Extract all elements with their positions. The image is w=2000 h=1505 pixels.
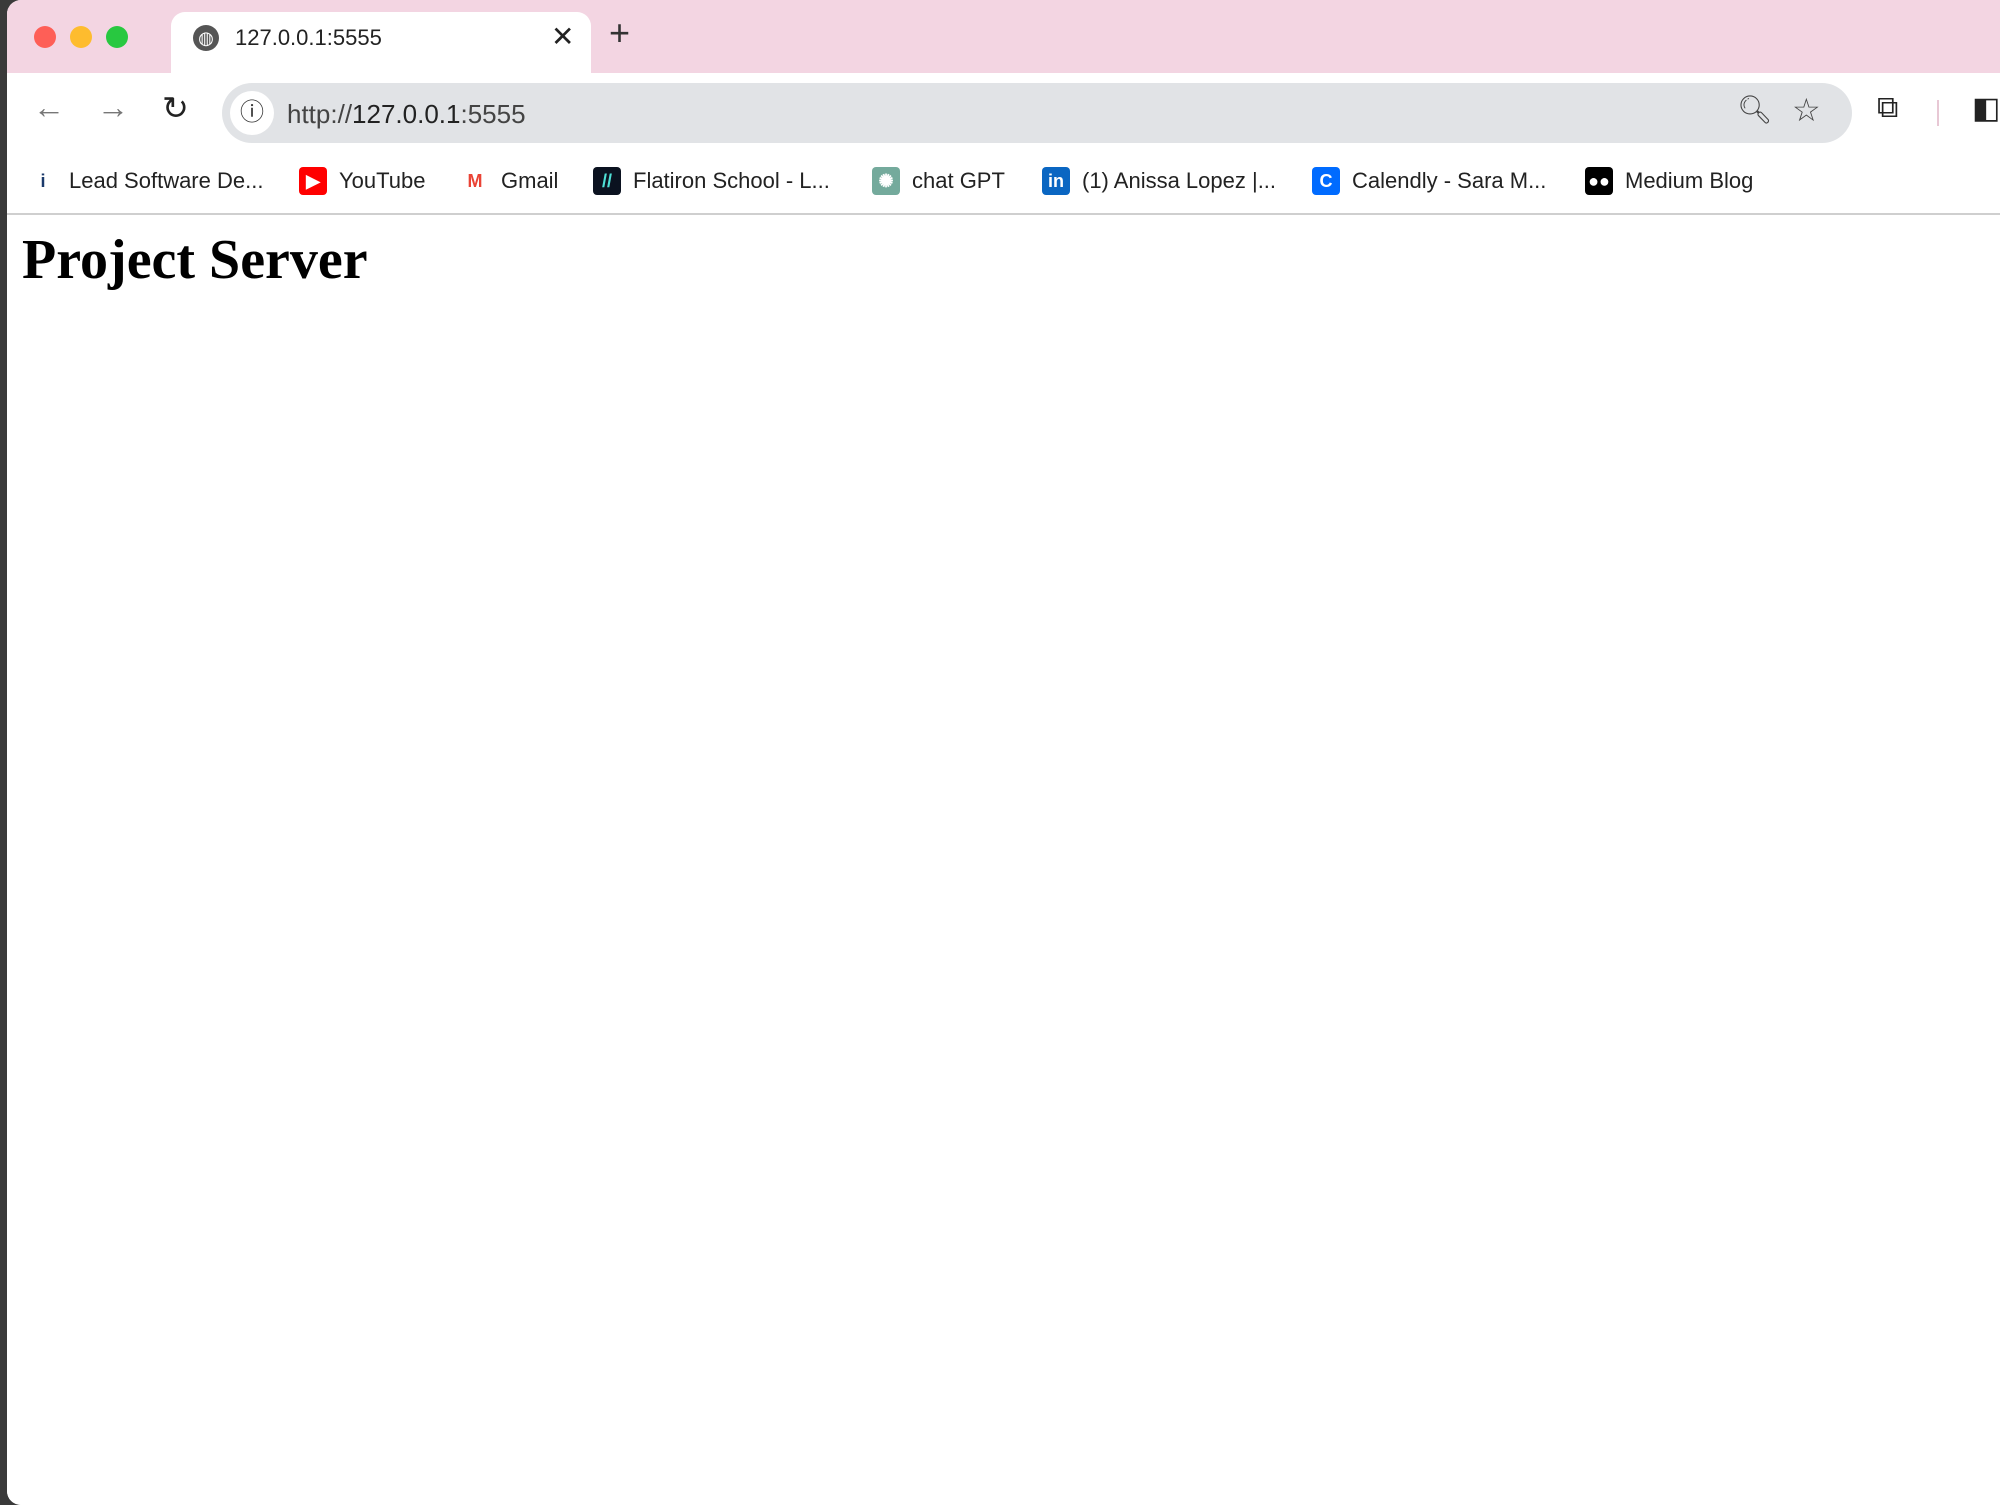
bookmark-favicon-icon: ●●: [1585, 167, 1613, 195]
bookmark-favicon-icon: ▶: [299, 167, 327, 195]
bookmark-item[interactable]: M Gmail: [461, 164, 559, 198]
reload-button[interactable]: ↻: [162, 89, 189, 127]
bookmark-item[interactable]: ▶ YouTube: [299, 164, 425, 198]
bookmark-item[interactable]: i Lead Software De...: [29, 164, 263, 198]
bookmark-item[interactable]: // Flatiron School - L...: [593, 164, 830, 198]
tab-close-icon[interactable]: ✕: [551, 20, 574, 53]
url-port: :5555: [460, 99, 526, 129]
tab-title: 127.0.0.1:5555: [235, 25, 382, 50]
browser-window: ◍ 127.0.0.1:5555 ✕ + ← → ↻ ⓘ http://127.…: [7, 0, 2000, 1505]
page-content: Project Server: [7, 216, 2000, 1505]
url-text[interactable]: http://127.0.0.1:5555: [287, 99, 526, 130]
bookmark-favicon-icon: in: [1042, 167, 1070, 195]
bookmark-favicon-icon: C: [1312, 167, 1340, 195]
toolbar-divider: [1937, 100, 1939, 126]
address-bar[interactable]: ⓘ http://127.0.0.1:5555 🔍︎ ☆: [222, 83, 1852, 143]
toolbar: ← → ↻ ⓘ http://127.0.0.1:5555 🔍︎ ☆ ⧉ ◧: [7, 73, 2000, 150]
url-scheme: http://: [287, 99, 353, 129]
bookmark-item[interactable]: C Calendly - Sara M...: [1312, 164, 1546, 198]
bookmarks-bar: i Lead Software De... ▶ YouTube M Gmail // Flat…: [7, 150, 2000, 215]
bookmark-label: Medium Blog: [1625, 168, 1754, 193]
back-button[interactable]: ←: [33, 89, 65, 126]
bookmark-label: YouTube: [339, 168, 426, 193]
bookmark-favicon-icon: i: [40, 171, 46, 191]
new-tab-button[interactable]: +: [609, 12, 630, 54]
close-window-button[interactable]: [34, 26, 56, 48]
globe-icon: ◍: [193, 25, 219, 51]
bookmark-label: Lead Software De...: [69, 168, 264, 193]
bookmark-label: (1) Anissa Lopez |...: [1082, 168, 1277, 193]
url-host: 127.0.0.1: [352, 99, 461, 129]
minimize-window-button[interactable]: [70, 26, 92, 48]
forward-button[interactable]: →: [97, 89, 129, 126]
bookmark-label: chat GPT: [912, 168, 1005, 193]
bookmark-label: Flatiron School - L...: [633, 168, 830, 193]
bookmark-label: Calendly - Sara M...: [1352, 168, 1547, 193]
bookmark-favicon-icon: M: [467, 171, 483, 191]
page-title: Project Server: [22, 229, 368, 291]
bookmark-label: Gmail: [501, 168, 559, 193]
side-panel-icon[interactable]: ◧: [1972, 91, 2000, 126]
bookmark-item[interactable]: ✺ chat GPT: [872, 164, 1005, 198]
bookmark-favicon-icon: ✺: [872, 167, 900, 195]
tab-strip: ◍ 127.0.0.1:5555 ✕ +: [7, 0, 2000, 74]
maximize-window-button[interactable]: [106, 26, 128, 48]
site-info-icon[interactable]: ⓘ: [230, 91, 274, 135]
zoom-icon[interactable]: 🔍︎: [1737, 93, 1773, 126]
bookmark-favicon-icon: //: [593, 167, 621, 195]
bookmark-star-icon[interactable]: ☆: [1792, 91, 1821, 129]
bookmark-item[interactable]: ●● Medium Blog: [1585, 164, 1753, 198]
tab-active[interactable]: ◍ 127.0.0.1:5555 ✕: [171, 12, 591, 74]
bookmark-item[interactable]: in (1) Anissa Lopez |...: [1042, 164, 1276, 198]
extensions-icon[interactable]: ⧉: [1877, 91, 1898, 125]
